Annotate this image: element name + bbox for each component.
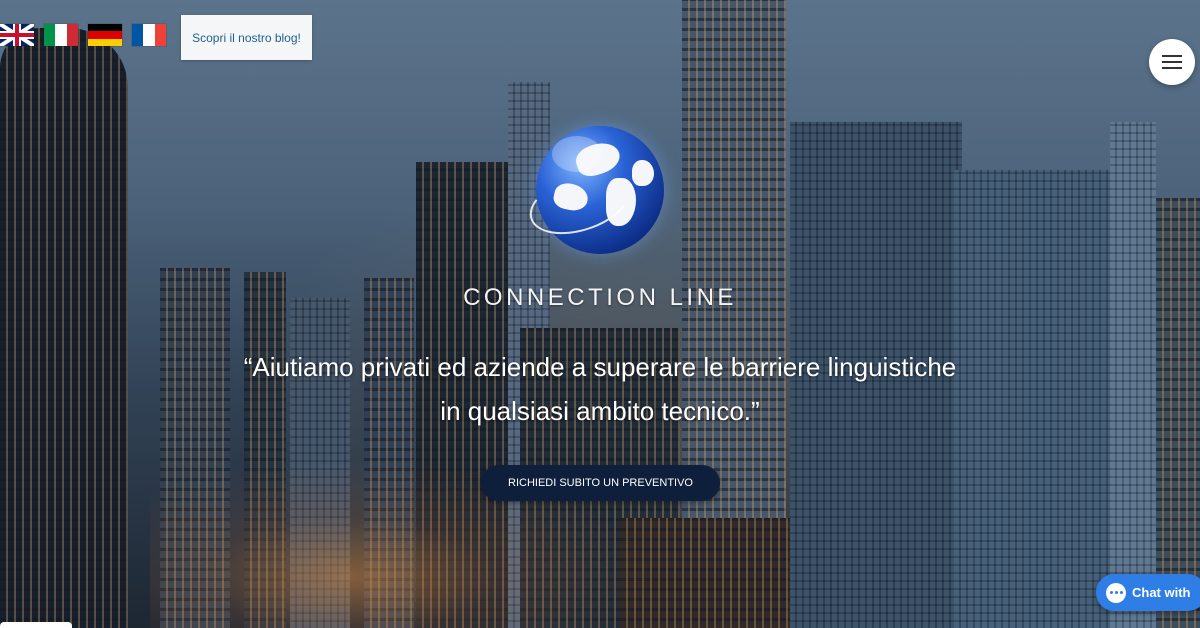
request-quote-button[interactable]: RICHIEDI SUBITO UN PREVENTIVO (481, 465, 720, 501)
brand-name: CONNECTION LINE (463, 284, 737, 311)
hero-quote-line-2: in qualsiasi ambito tecnico.” (440, 396, 760, 426)
italy-flag-icon[interactable] (44, 24, 78, 46)
hero-background (0, 0, 1200, 628)
uk-flag-icon[interactable] (0, 24, 34, 46)
language-selector (0, 24, 166, 46)
blog-button[interactable]: Scopri il nostro blog! (181, 15, 312, 60)
chat-widget-button[interactable]: Chat with (1096, 574, 1200, 611)
chat-bubble-icon (1106, 582, 1126, 603)
france-flag-icon[interactable] (132, 24, 166, 46)
hero-quote: “Aiutiamo privati ed aziende a superare … (0, 345, 1200, 433)
hero-quote-line-1: “Aiutiamo privati ed aziende a superare … (243, 352, 957, 382)
bottom-tab[interactable] (0, 622, 72, 628)
chat-label: Chat with (1132, 585, 1191, 600)
germany-flag-icon[interactable] (88, 24, 122, 46)
hamburger-menu-icon[interactable] (1149, 39, 1195, 85)
